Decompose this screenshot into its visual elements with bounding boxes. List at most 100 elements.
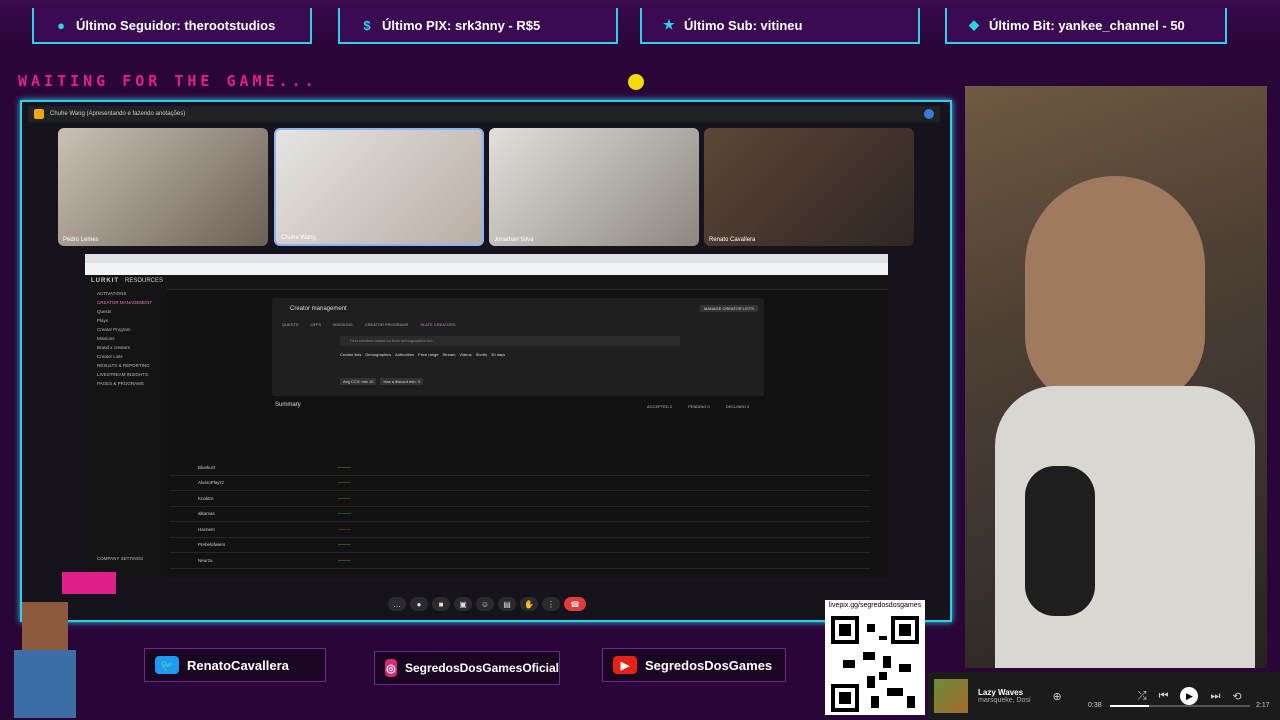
trend-line: ────: [338, 480, 351, 486]
repeat-icon[interactable]: ⟲: [1232, 690, 1241, 703]
creator-name: Knoktrn: [198, 495, 214, 501]
sidebar-item-plays[interactable]: Plays: [85, 316, 167, 325]
filter-chip[interactable]: Creator lists: [340, 352, 361, 357]
tab-slate-creators[interactable]: SLATE CREATORS: [420, 322, 455, 327]
manage-lists-button[interactable]: MANAGE CREATOR LISTS: [700, 305, 758, 312]
sidebar-item-creator-management[interactable]: CREATOR MANAGEMENT: [85, 298, 167, 307]
table-row[interactable]: Bluekurz ────: [170, 460, 870, 476]
pixel-avatar: [4, 572, 116, 718]
annotate-icon[interactable]: [924, 109, 934, 119]
social-twitter: 🐦 RenatoCavallera: [144, 648, 326, 682]
sidebar-item-results[interactable]: RESULTS & REPORTING: [85, 361, 167, 370]
participant-tile[interactable]: Jonathan Silva: [489, 128, 699, 246]
sidebar-item-brand-creators[interactable]: Brand x creators: [85, 343, 167, 352]
trend-line: ────: [338, 526, 351, 532]
browser-urlbar[interactable]: [85, 263, 888, 275]
table-row[interactable]: Prebelofwiers ────: [170, 538, 870, 553]
participant-name: Chuhe Wang: [281, 235, 316, 241]
raise-hand-icon[interactable]: ✋: [520, 597, 538, 611]
social-instagram: ◎ SegredosDosGamesOficial: [374, 651, 560, 685]
sidebar-item-missions[interactable]: Missions: [85, 334, 167, 343]
mic-icon[interactable]: ●: [410, 597, 428, 611]
tab-offs[interactable]: OFFS: [310, 322, 321, 327]
play-icon[interactable]: ▶: [1180, 687, 1199, 705]
add-icon[interactable]: ⊕: [1053, 690, 1062, 703]
meet-controls: … ● ■ ▣ ☺ ▤ ✋ ⋮ ☎: [388, 596, 592, 612]
twitter-icon: 🐦: [155, 656, 179, 674]
user-icon: ●: [57, 17, 65, 33]
table-row[interactable]: alkamas ────: [170, 507, 870, 522]
accepted-count: ACCEPTED 2: [647, 404, 673, 409]
social-label: RenatoCavallera: [187, 657, 289, 673]
pending-count: PENDING 0: [688, 404, 710, 409]
creator-name: Bluekurz: [198, 464, 216, 470]
more-icon[interactable]: …: [388, 597, 406, 611]
filter-chip[interactable]: Shorts: [476, 352, 488, 357]
summary-heading: Summary: [275, 402, 301, 408]
sidebar-item-activations[interactable]: ACTIVATIONS: [85, 289, 167, 298]
resources-link[interactable]: RESOURCES: [125, 278, 163, 284]
streamer-face: [1025, 176, 1205, 406]
sidebar-item-livestream[interactable]: LIVESTREAM INSIGHTS: [85, 370, 167, 379]
alert-bit: ◆ Último Bit: yankee_channel - 50: [945, 8, 1227, 44]
previous-icon[interactable]: ⏮: [1159, 690, 1169, 703]
filter-chip[interactable]: Authorities: [395, 352, 414, 357]
filter-chip[interactable]: 30 days: [491, 352, 505, 357]
participant-name: Renato Cavallera: [709, 237, 756, 243]
declined-count: DECLINED 0: [725, 404, 750, 409]
creator-name: alkamas: [198, 511, 215, 517]
creator-search-input[interactable]: Find creators based on their demographic…: [340, 336, 680, 346]
present-icon[interactable]: ▣: [454, 597, 472, 611]
trend-line: ────: [338, 495, 351, 501]
creator-name: Neurzu: [198, 557, 213, 563]
alert-label: Último Seguidor: therootstudios: [76, 17, 276, 33]
table-row[interactable]: Hacnem ────: [170, 522, 870, 538]
sidebar-item-pages[interactable]: PAGES & PROGRAMS: [85, 379, 167, 388]
tab-quests[interactable]: QUESTS: [282, 322, 298, 327]
music-player: Lazy Waves marsqueke, Dosi ⊕ ⤮ ⏮ ▶ ⏭ ⟲ 0…: [928, 672, 1280, 720]
participant-name: Pedro Lemes: [63, 237, 99, 243]
microphone-icon: [1025, 466, 1095, 616]
social-label: SegredosDosGamesOficial: [404, 661, 559, 675]
captions-icon[interactable]: ▤: [498, 597, 516, 611]
participant-tile[interactable]: Renato Cavallera: [704, 128, 914, 246]
sidebar-item-creator-lists[interactable]: Creator Lists: [85, 352, 167, 361]
table-row[interactable]: Knoktrn ────: [170, 491, 870, 507]
active-chip[interactable]: Avg CCV: min 10: [340, 378, 377, 385]
table-row[interactable]: AlvaroPlayzz ────: [170, 476, 870, 491]
meet-icon: [34, 109, 44, 119]
elapsed-time: 0:38: [1088, 702, 1102, 709]
sidebar-item-quests[interactable]: Quests: [85, 307, 167, 316]
emoji-icon[interactable]: ☺: [476, 597, 494, 611]
panel-title: Creator management: [290, 306, 347, 312]
next-icon[interactable]: ⏭: [1210, 690, 1220, 703]
filter-chip[interactable]: Demographics: [365, 352, 391, 357]
summary-counts: ACCEPTED 2 PENDING 0 DECLINED 0: [647, 404, 749, 409]
sidebar-item-creator-program[interactable]: Creator Program: [85, 325, 167, 334]
social-label: SegredosDosGames: [645, 657, 773, 673]
participant-tile-active[interactable]: Chuhe Wang: [274, 128, 484, 246]
filter-chip[interactable]: Stream: [443, 352, 456, 357]
table-row[interactable]: Neurzu ────: [170, 553, 870, 569]
options-icon[interactable]: ⋮: [542, 597, 560, 611]
tab-creator-programs[interactable]: CREATOR PROGRAMS: [365, 322, 409, 327]
creator-table: Bluekurz ──── AlvaroPlayzz ──── Knoktrn ───…: [170, 460, 870, 569]
alert-label: Último Bit: yankee_channel - 50: [989, 17, 1185, 33]
sidebar-item-company-settings[interactable]: COMPANY SETTINGS: [85, 554, 143, 563]
pixel-body: [14, 650, 76, 718]
filter-chip[interactable]: Videos: [459, 352, 471, 357]
camera-icon[interactable]: ■: [432, 597, 450, 611]
end-call-icon[interactable]: ☎: [564, 597, 586, 611]
shared-browser: LURKIT RESOURCES ACTIVATIONS CREATOR MAN…: [85, 254, 888, 578]
app-header: LURKIT RESOURCES: [85, 275, 888, 290]
tab-missions[interactable]: MISSIONS: [333, 322, 353, 327]
progress-track[interactable]: [1110, 705, 1250, 707]
track-title: Lazy Waves: [978, 688, 1024, 697]
panel-tabs: QUESTS OFFS MISSIONS CREATOR PROGRAMS SL…: [282, 322, 456, 327]
filter-chip[interactable]: Price range: [418, 352, 438, 357]
participant-tile[interactable]: Pedro Lemes: [58, 128, 268, 246]
qr-code-icon: [831, 616, 919, 712]
active-chip[interactable]: Has a discord min: 3: [380, 378, 423, 385]
alert-label: Último PIX: srk3nny - R$5: [382, 17, 541, 33]
shuffle-icon[interactable]: ⤮: [1138, 690, 1147, 703]
